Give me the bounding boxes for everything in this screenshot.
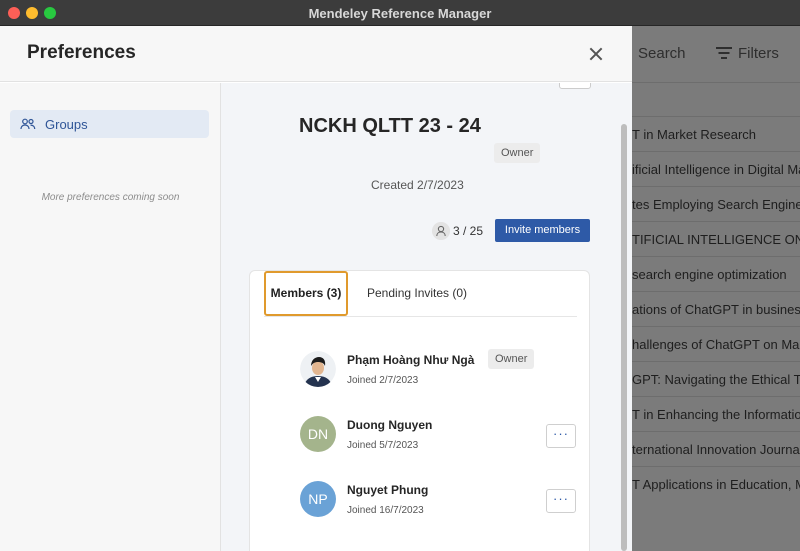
background-row: GPT: Navigating the Ethical Terr (632, 361, 800, 396)
role-badge: Owner (494, 143, 541, 163)
background-rows: T in Market Research ificial Intelligenc… (632, 116, 800, 501)
avatar: DN (300, 416, 336, 452)
member-row: Phạm Hoàng Như Ngà Owner Joined 2/7/2023 (250, 349, 591, 411)
background-filters[interactable]: Filters (738, 45, 779, 62)
scrollbar-thumb[interactable] (621, 124, 627, 551)
member-joined-date: Joined 2/7/2023 (347, 375, 419, 386)
avatar: NP (300, 481, 336, 517)
member-more-button[interactable]: ··· (546, 489, 576, 513)
member-more-button[interactable]: ··· (546, 424, 576, 448)
tab-divider (264, 316, 577, 317)
background-row: ificial Intelligence in Digital Mar (632, 151, 800, 186)
member-count: 3 / 25 (453, 224, 484, 238)
users-icon (20, 118, 36, 130)
top-button-stub[interactable] (559, 83, 591, 89)
background-row: search engine optimization (632, 256, 800, 291)
background-row: T Applications in Education, Ma (632, 466, 800, 501)
background-library: Search Filters T in Market Research ific… (632, 26, 800, 551)
tab-pending-invites[interactable]: Pending Invites (0) (367, 271, 467, 316)
preferences-sidebar: Groups More preferences coming soon (0, 83, 221, 551)
window-titlebar: Mendeley Reference Manager (0, 0, 800, 26)
modal-header: Preferences (0, 26, 632, 82)
avatar-photo-icon (300, 351, 336, 387)
member-role-badge: Owner (488, 349, 535, 369)
person-icon (432, 222, 450, 240)
sidebar-item-groups[interactable]: Groups (10, 110, 209, 138)
background-row: T in Market Research (632, 116, 800, 151)
background-row: TIFICIAL INTELLIGENCE ON S (632, 221, 800, 256)
invite-members-button[interactable]: Invite members (495, 219, 590, 242)
created-date: Created 2/7/2023 (371, 178, 464, 192)
group-name: NCKH QLTT 23 - 24 (299, 115, 481, 137)
group-detail-panel: NCKH QLTT 23 - 24 Owner Created 2/7/2023… (221, 83, 632, 551)
close-button[interactable] (584, 42, 608, 66)
avatar (300, 351, 336, 387)
modal-title: Preferences (27, 42, 136, 63)
member-joined-date: Joined 16/7/2023 (347, 505, 424, 516)
background-header (632, 82, 800, 116)
member-row: NP Nguyet Phung Joined 16/7/2023 ··· (250, 481, 591, 541)
member-joined-date: Joined 5/7/2023 (347, 440, 419, 451)
background-row: tes Employing Search Engine ( (632, 186, 800, 221)
member-name: Duong Nguyen (347, 418, 433, 432)
window-title: Mendeley Reference Manager (308, 6, 492, 21)
members-card: Members (3) Pending Invites (0) Phạm Hoà… (249, 270, 590, 551)
tab-members[interactable]: Members (3) (264, 271, 348, 316)
filter-icon (716, 47, 732, 59)
sidebar-note: More preferences coming soon (41, 192, 180, 203)
background-toolbar: Search Filters (632, 26, 800, 82)
background-row: ations of ChatGPT in business (632, 291, 800, 326)
background-row: ternational Innovation Journal ( (632, 431, 800, 466)
preferences-modal: Preferences Groups More preferences comi… (0, 26, 632, 551)
background-search[interactable]: Search (638, 45, 686, 62)
sidebar-item-label: Groups (45, 117, 88, 132)
member-name: Phạm Hoàng Như Ngà (347, 353, 475, 367)
member-name: Nguyet Phung (347, 483, 429, 497)
background-row: T in Enhancing the Information S (632, 396, 800, 431)
background-row: hallenges of ChatGPT on Mark (632, 326, 800, 361)
member-row: DN Duong Nguyen Joined 5/7/2023 ··· (250, 416, 591, 476)
